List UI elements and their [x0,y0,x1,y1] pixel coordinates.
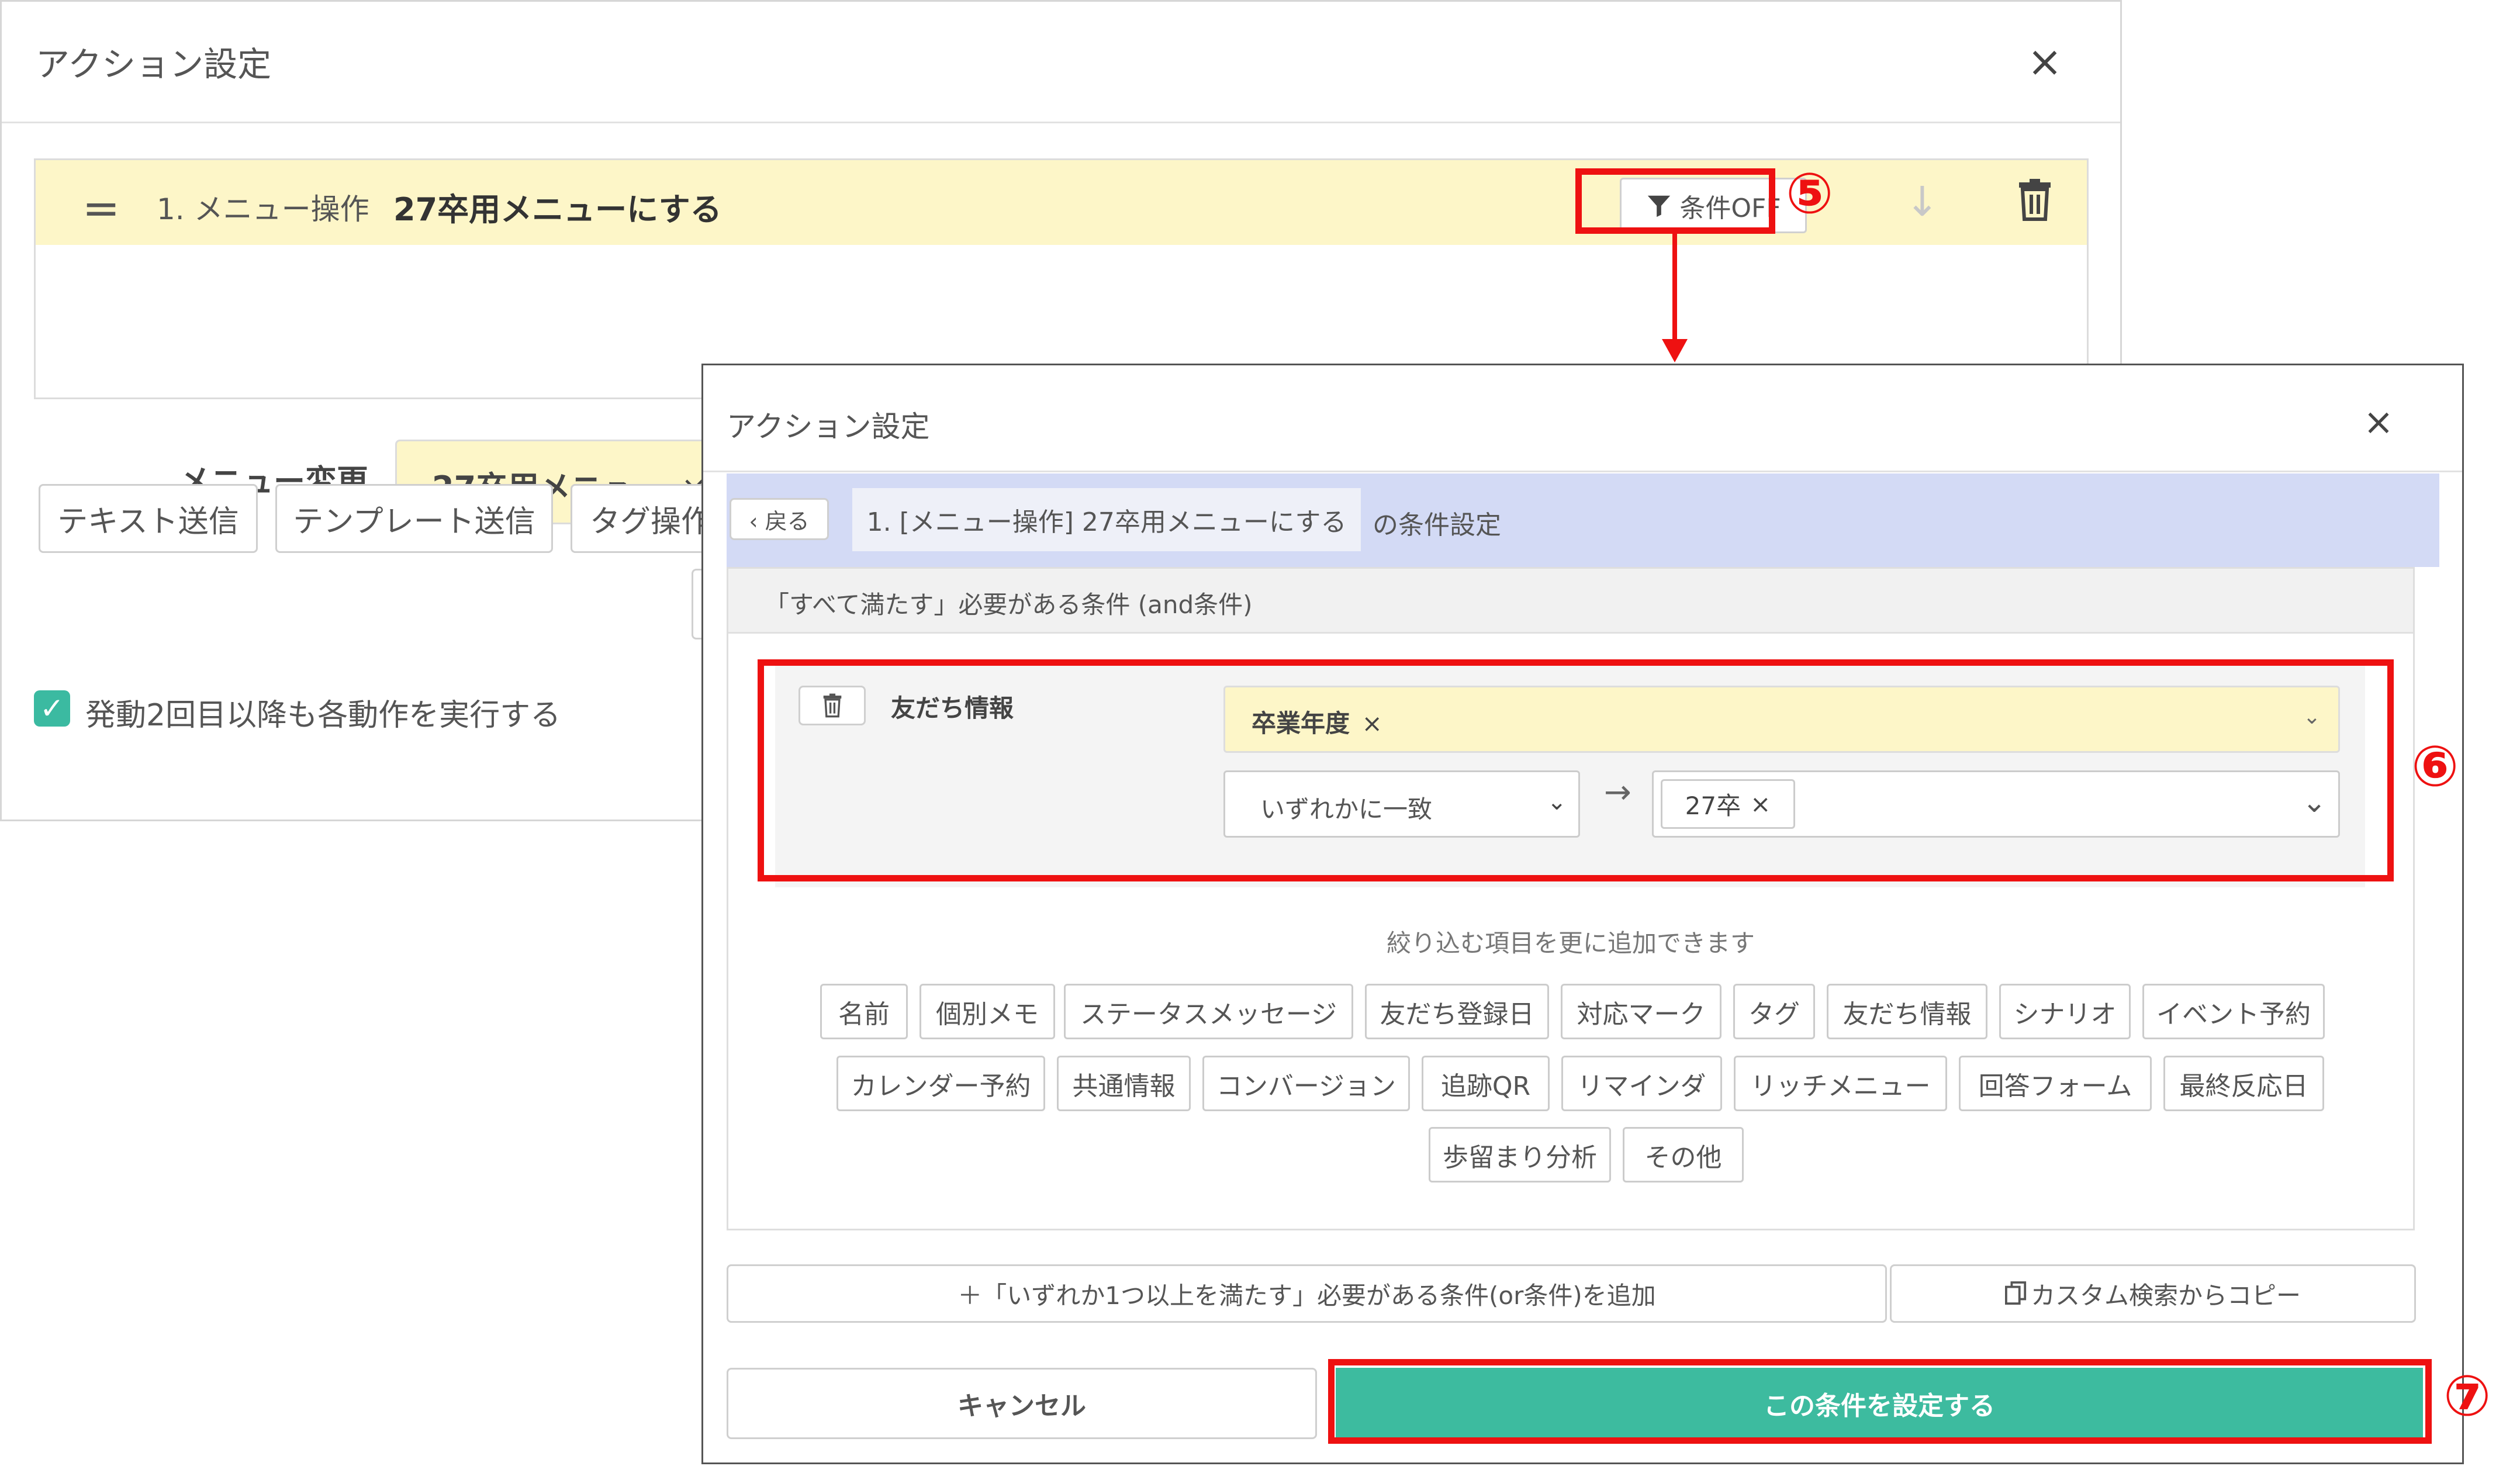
filter-tag-shared-info[interactable]: 共通情報 [1057,1056,1191,1111]
filter-tag-yield-analysis[interactable]: 歩留まり分析 [1429,1127,1611,1183]
close-icon[interactable]: × [2021,38,2068,85]
and-condition-header: 「すべて満たす」必要がある条件 (and条件) [728,569,2413,634]
filter-tag-row-3: 歩留まり分析 その他 [728,1127,2413,1183]
filter-tag-response-mark[interactable]: 対応マーク [1561,984,1722,1039]
modal-title: アクション設定 [36,44,272,84]
move-down-icon[interactable]: ↓ [1905,178,1940,226]
annotation-arrow [1662,231,1688,362]
filter-tag-tag[interactable]: タグ [1733,984,1815,1039]
filter-tag-calendar-reservation[interactable]: カレンダー予約 [836,1056,1045,1111]
text-send-button[interactable]: テキスト送信 [39,484,258,553]
close-icon[interactable]: × [2363,400,2394,443]
copy-icon [2004,1281,2027,1305]
trash-icon[interactable] [2017,178,2052,224]
filter-tag-name[interactable]: 名前 [820,984,908,1039]
annotation-marker-5: ⑤ [1786,161,1834,226]
action-card-header: ＝ 1. メニュー操作 27卒用メニューにする 条件OFF ↓ [36,160,2087,245]
filter-tag-conversion[interactable]: コンバージョン [1202,1056,1410,1111]
filter-tag-friend-info[interactable]: 友だち情報 [1827,984,1987,1039]
breadcrumb-current-action: 1. [メニュー操作] 27卒用メニューにする [852,488,1361,551]
action-name: 27卒用メニューにする [393,191,722,228]
filter-tag-rich-menu[interactable]: リッチメニュー [1734,1056,1947,1111]
drag-handle-icon[interactable]: ＝ [82,181,120,235]
copy-from-custom-search-button[interactable]: カスタム検索からコピー [1890,1264,2416,1323]
filter-tag-reminder[interactable]: リマインダ [1561,1056,1722,1111]
filter-tag-status-message[interactable]: ステータスメッセージ [1064,984,1353,1039]
annotation-box-7 [1328,1359,2432,1444]
filter-tag-row-1: 名前 個別メモ ステータスメッセージ 友だち登録日 対応マーク タグ 友だち情報… [728,984,2413,1039]
filter-tag-answer-form[interactable]: 回答フォーム [1959,1056,2152,1111]
copy-button-label: カスタム検索からコピー [2030,1281,2301,1310]
action-label: 1. メニュー操作 [157,192,369,226]
breadcrumb: ‹ 戻る 1. [メニュー操作] 27卒用メニューにする の条件設定 [727,473,2439,567]
add-or-condition-button[interactable]: ＋「いずれか1つ以上を満たす」必要がある条件(or条件)を追加 [727,1264,1887,1323]
filter-tag-event-reservation[interactable]: イベント予約 [2142,984,2325,1039]
filter-tag-scenario[interactable]: シナリオ [1999,984,2131,1039]
add-filter-hint: 絞り込む項目を更に追加できます [1386,929,1755,957]
annotation-marker-7: ⑦ [2443,1363,2491,1429]
filter-tag-tracking-qr[interactable]: 追跡QR [1422,1056,1550,1111]
template-send-button[interactable]: テンプレート送信 [275,484,553,553]
annotation-box-6 [758,659,2394,881]
modal-header: アクション設定 × [703,365,2462,472]
filter-tag-row-2: カレンダー予約 共通情報 コンバージョン 追跡QR リマインダ リッチメニュー … [728,1056,2413,1111]
breadcrumb-suffix: の条件設定 [1373,510,1501,540]
filter-tag-registration-date[interactable]: 友だち登録日 [1365,984,1549,1039]
filter-tag-last-reaction-date[interactable]: 最終反応日 [2163,1056,2324,1111]
filter-tag-memo[interactable]: 個別メモ [919,984,1055,1039]
annotation-box-5 [1575,168,1775,234]
cancel-button[interactable]: キャンセル [727,1368,1317,1439]
and-condition-title: 「すべて満たす」必要がある条件 (and条件) [765,590,1253,619]
modal-title: アクション設定 [727,410,930,444]
condition-settings-modal: アクション設定 × ‹ 戻る 1. [メニュー操作] 27卒用メニューにする の… [701,364,2464,1464]
retry-label: 発動2回目以降も各動作を実行する [85,698,561,733]
modal-header: アクション設定 × [2,2,2120,123]
back-button[interactable]: ‹ 戻る [730,498,829,540]
retry-checkbox[interactable]: ✓ [34,690,70,727]
filter-tag-other[interactable]: その他 [1623,1127,1744,1183]
annotation-marker-6: ⑥ [2411,734,2459,799]
